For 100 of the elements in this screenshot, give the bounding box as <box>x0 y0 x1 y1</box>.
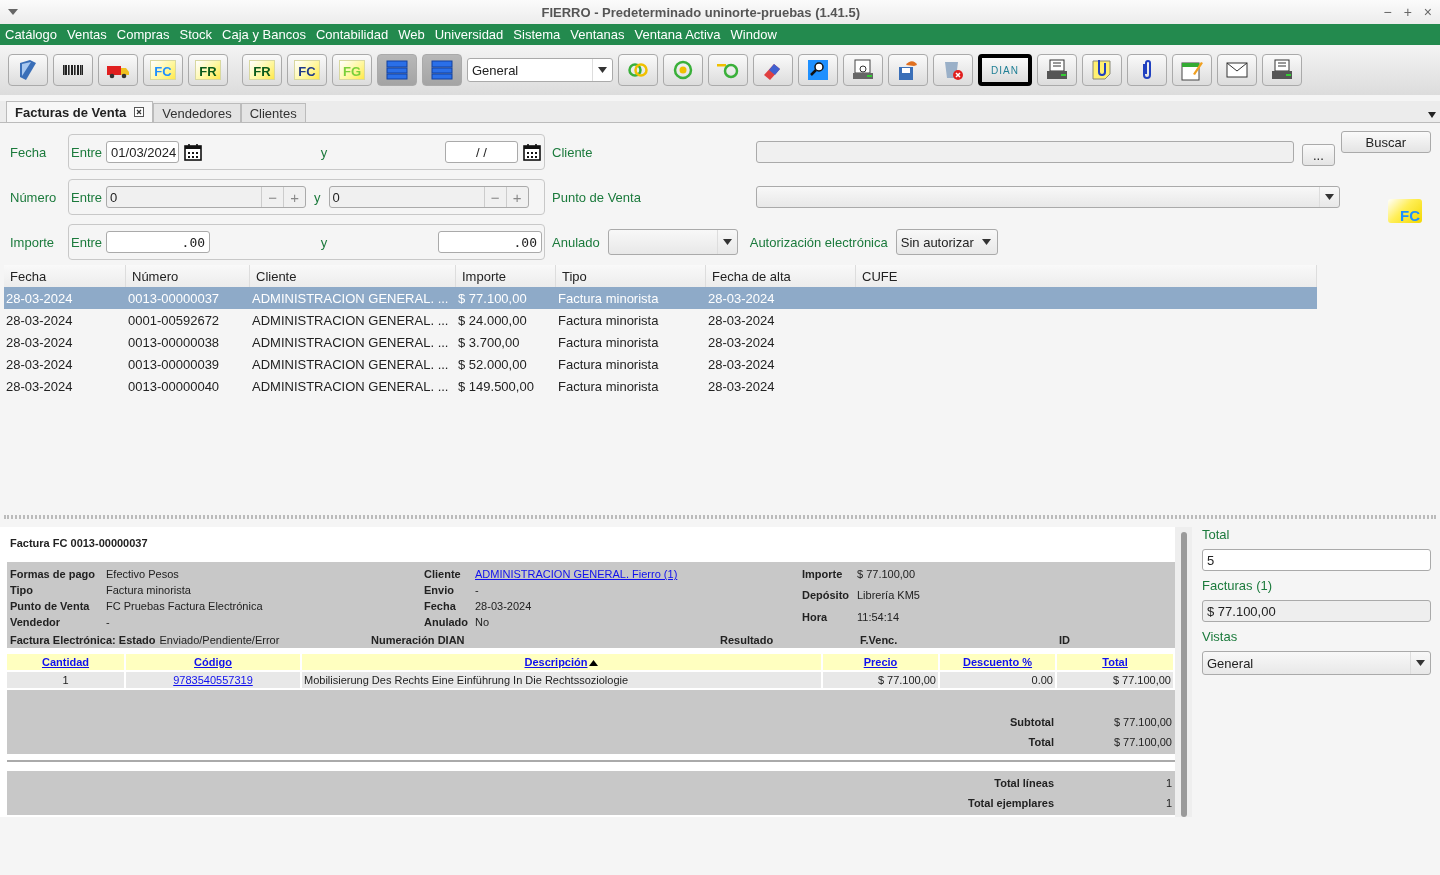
column-header-link[interactable]: Descripción <box>302 654 821 670</box>
date-field[interactable]: 01/03/2024 <box>106 141 180 163</box>
toolbar-button[interactable] <box>1082 54 1122 86</box>
invoice-title: Factura FC 0013-00000037 <box>9 536 149 551</box>
table-cell-text: 28-03-2024 <box>5 312 74 328</box>
amount-field[interactable]: .00 <box>106 231 211 253</box>
column-header[interactable]: Importe <box>456 265 556 287</box>
menu-item[interactable]: Universidad <box>434 27 504 42</box>
window-control[interactable]: × <box>1423 4 1432 20</box>
menu-item[interactable]: Stock <box>179 27 213 42</box>
table-cell-text: 28-03-2024 <box>707 334 776 350</box>
field-label: Total <box>1202 527 1231 542</box>
column-header[interactable]: Cliente <box>250 265 456 287</box>
number-field[interactable]: 0 <box>329 189 484 205</box>
table-cell-text: 0001-00592672 <box>127 312 221 328</box>
tab[interactable]: Clientes <box>240 103 306 122</box>
info-label: Formas de pago <box>10 568 96 580</box>
table-row[interactable]: 28-03-2024 0013-00000040 ADMINISTRACION GENERAL. ... $ 149.500,00 Factura minorista 28-03-2024 <box>4 375 1317 397</box>
caret-icon[interactable] <box>1428 112 1436 118</box>
caret-icon <box>722 239 732 245</box>
table-cell-text: 0013-00000037 <box>127 290 221 306</box>
field-label: Entre <box>71 234 103 250</box>
table-cell-text: 28-03-2024 <box>5 290 74 306</box>
menu-icon[interactable] <box>8 9 18 15</box>
table-cell: 1 <box>7 672 124 688</box>
total-field[interactable]: 5 <box>1202 549 1431 571</box>
window-control[interactable]: − <box>1383 4 1392 20</box>
info-label: Tipo <box>10 584 34 596</box>
column-header[interactable]: Número <box>126 265 250 287</box>
toolbar-button[interactable] <box>798 54 838 86</box>
calendar-icon[interactable] <box>183 142 204 162</box>
search-button[interactable]: Buscar <box>1340 131 1431 153</box>
document-button[interactable]: FR <box>188 54 228 86</box>
scrollbar[interactable] <box>1175 527 1192 817</box>
toolbar-button[interactable] <box>1262 54 1302 86</box>
table-cell-text: $ 24.000,00 <box>457 312 528 328</box>
column-header[interactable]: CUFE <box>856 265 1317 287</box>
table-cell-text: 28-03-2024 <box>5 334 74 350</box>
menu-item[interactable]: Contabilidad <box>315 27 389 42</box>
tab[interactable]: Facturas de Venta <box>6 101 154 122</box>
field-label: y <box>320 144 328 160</box>
document-button[interactable]: FC <box>287 54 327 86</box>
column-header-link[interactable]: Precio <box>823 654 938 670</box>
field-label: y <box>314 189 321 205</box>
client-link[interactable]: ADMINISTRACION GENERAL. Fierro (1) <box>475 568 678 580</box>
column-header[interactable]: Tipo <box>556 265 706 287</box>
close-icon[interactable] <box>134 107 145 117</box>
window-control[interactable]: + <box>1403 4 1412 20</box>
authorization-select[interactable]: Sin autorizar <box>895 229 998 255</box>
menu-item[interactable]: Catálogo <box>5 27 58 42</box>
info-label: Hora <box>802 610 829 625</box>
menu-item[interactable]: Caja y Bancos <box>222 27 306 42</box>
client-field[interactable] <box>756 141 1294 163</box>
browse-button[interactable]: ... <box>1302 144 1335 166</box>
calendar-icon[interactable] <box>522 142 542 162</box>
field-label: Importe <box>9 234 56 250</box>
toolbar-button[interactable] <box>1127 54 1167 86</box>
table-row[interactable]: 28-03-2024 0013-00000038 ADMINISTRACION GENERAL. ... $ 3.700,00 Factura minorista 28-03-2024 <box>4 331 1317 353</box>
info-label: ID <box>1059 634 1070 646</box>
table-cell-text: ADMINISTRACION GENERAL. ... <box>251 334 450 350</box>
invoices-amount-field[interactable]: $ 77.100,00 <box>1202 600 1431 622</box>
menu-item[interactable]: Ventanas <box>570 27 625 42</box>
document-button[interactable]: FR <box>242 54 282 86</box>
column-header-link[interactable]: Código <box>126 654 300 670</box>
table-cell-text: Factura minorista <box>557 290 660 306</box>
menu-item[interactable]: Ventas <box>67 27 107 42</box>
column-header-link[interactable]: Descuento % <box>940 654 1055 670</box>
date-field[interactable]: / / <box>445 141 518 163</box>
table-cell-text: Factura minorista <box>557 312 660 328</box>
menu-item[interactable]: Window <box>730 27 777 42</box>
dian-button[interactable]: DIAN <box>978 54 1032 86</box>
caret-icon <box>1325 194 1334 200</box>
info-label: Numeración DIAN <box>371 634 465 646</box>
info-value: 28-03-2024 <box>475 600 533 612</box>
item-code-link[interactable]: 9783540557319 <box>126 672 300 688</box>
view-select[interactable]: General <box>467 58 613 82</box>
table-cell: Mobilisierung Des Rechts Eine Einführung In Die Rechtssoziologie <box>302 672 821 688</box>
table-cell-text: 0013-00000040 <box>127 378 221 394</box>
toolbar-button[interactable] <box>1037 54 1077 86</box>
field-label: y <box>320 234 328 250</box>
table-row[interactable]: 28-03-2024 0013-00000039 ADMINISTRACION GENERAL. ... $ 52.000,00 Factura minorista 28-03-2024 <box>4 353 1317 375</box>
number-field[interactable]: 0 <box>107 189 262 205</box>
column-header-link[interactable]: Total <box>1057 654 1173 670</box>
menu-item[interactable]: Compras <box>116 27 170 42</box>
column-header[interactable]: Fecha <box>4 265 126 287</box>
toolbar-button[interactable] <box>53 54 93 86</box>
amount-field[interactable]: .00 <box>438 231 542 253</box>
table-cell-text: ADMINISTRACION GENERAL. ... <box>251 356 450 372</box>
menu-item[interactable]: Web <box>398 27 425 42</box>
tab[interactable]: Vendedores <box>153 103 241 122</box>
menu-item[interactable]: Ventana Activa <box>634 27 721 42</box>
info-label: F.Venc. <box>860 634 898 646</box>
sort-icon <box>589 660 599 666</box>
column-header-link[interactable]: Cantidad <box>7 654 124 670</box>
toolbar-button[interactable] <box>98 54 138 86</box>
table-cell-text: 28-03-2024 <box>707 356 776 372</box>
views-select[interactable]: General <box>1202 651 1431 675</box>
menu-item[interactable]: Sistema <box>513 27 561 42</box>
table-row[interactable]: 28-03-2024 0001-00592672 ADMINISTRACION GENERAL. ... $ 24.000,00 Factura minorista 28-03-2024 <box>4 309 1317 331</box>
column-header[interactable]: Fecha de alta <box>706 265 856 287</box>
